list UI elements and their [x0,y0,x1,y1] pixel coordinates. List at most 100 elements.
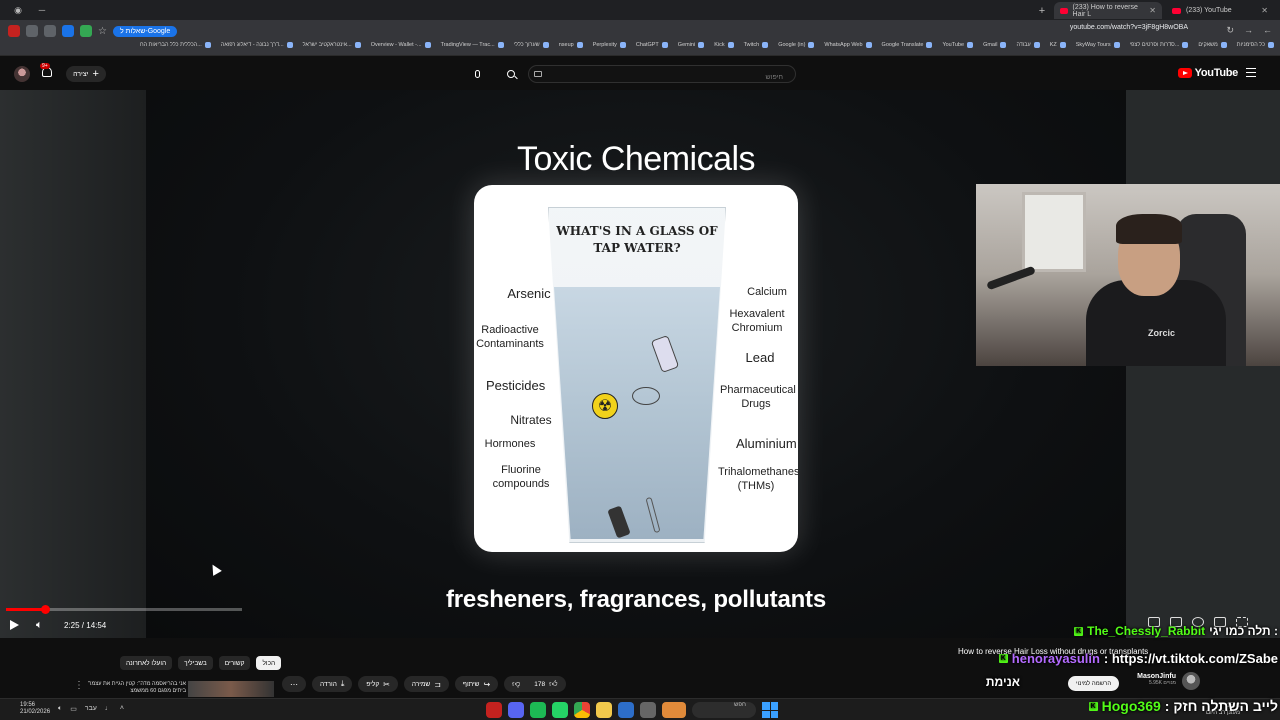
bookmark-item[interactable]: TradingView — Trac... [441,42,504,48]
close-tab-icon[interactable]: ✕ [1149,6,1156,15]
network-icon[interactable]: ▭ [70,705,77,713]
google-lens-chip[interactable]: שאלות ל-Google [112,25,178,37]
keyboard-icon[interactable] [534,71,542,77]
like-icon[interactable]: 👍︎ [549,679,557,689]
channel-subscribers: 5.95K מנויים [1148,680,1176,686]
bookmark-item[interactable]: Kick [714,42,734,48]
save-button[interactable]: שמירה ⊐ [403,676,449,692]
store-icon[interactable] [618,702,634,718]
bookmark-item[interactable]: WhatsApp Web [824,42,872,48]
video-player[interactable]: Toxic Chemicals WHAT'S IN A GLASS OF TAP… [0,90,1280,638]
start-menu-icon[interactable] [762,702,778,718]
app-icon[interactable] [486,702,502,718]
chat-message: K Hogo369 : לייב השתלה חזק [1088,698,1278,714]
file-explorer-icon[interactable] [596,702,612,718]
bookmark-item[interactable]: ChatGPT [636,42,668,48]
clock[interactable]: 19:56 21/02/2026 [20,702,50,716]
menu-icon[interactable] [1246,68,1256,77]
search-button[interactable] [502,65,520,83]
chip-related[interactable]: קשורים [218,656,251,670]
download-button[interactable]: הורדה ⤓ [312,676,353,692]
reload-icon[interactable]: ↻ [1226,25,1234,36]
chip-for-you[interactable]: בשביליך [178,656,213,670]
bookmark-item[interactable]: Gmail [983,42,1007,48]
tray-overflow-icon[interactable]: ˄ [120,705,124,713]
extension-icon[interactable] [62,25,74,37]
channel-avatar[interactable] [1182,672,1200,690]
mic-icon [474,70,480,78]
profile-icon[interactable]: ◉ [6,0,30,20]
search-input[interactable] [529,69,795,86]
clip-button[interactable]: קליפ ✂ [358,676,398,692]
bookmark-item[interactable]: Google (in) [778,42,815,48]
bookmark-star-icon[interactable]: ☆ [98,26,107,37]
bookmark-item[interactable]: Overview - Wallet -... [371,42,431,48]
whatsapp-icon[interactable] [552,702,568,718]
more-options-icon[interactable]: ⋮ [74,680,84,691]
recommended-video[interactable]: ⋮ "אני בהריאסמה מדה": קטין הגיית את עצמו… [70,678,274,698]
spotify-icon[interactable] [530,702,546,718]
back-icon[interactable]: ← [1263,25,1272,36]
extension-icon[interactable] [26,25,38,37]
chip-all[interactable]: הכול [256,656,282,670]
recommended-thumbnail[interactable] [188,681,274,697]
dislike-icon[interactable]: 👎︎ [512,679,520,689]
bookmark-item[interactable]: SkyWay Tours [1076,42,1120,48]
bookmark-item[interactable]: Google Translate [882,42,933,48]
bookmark-item[interactable]: משאקים [1198,42,1227,48]
bookmark-item[interactable]: סדרות וסרטים לצפי... [1130,42,1189,48]
youtube-logo[interactable]: YouTube [1177,67,1238,79]
tab-video[interactable]: (233) How to reverse Hair L ✕ [1054,2,1162,19]
forward-icon[interactable]: → [1244,25,1253,36]
create-button[interactable]: יצירה + [66,66,106,82]
youtube-header: YouTube יצירה + 9+ [0,56,1280,90]
minimize-icon[interactable]: ─ [30,0,54,20]
bookmark-item[interactable]: Gemini [678,42,705,48]
language-indicator[interactable]: עבר [85,705,97,713]
new-tab-button[interactable]: + [1034,2,1050,19]
extension-icon[interactable] [80,25,92,37]
tab-youtube[interactable]: (233) YouTube ✕ [1166,2,1274,19]
bookmark-item[interactable]: דרך נבונה - דיאלוג רפואה... [221,42,293,48]
bookmark-item[interactable]: Twitch [744,42,769,48]
bookmark-item[interactable]: שערוך כללי [514,42,549,48]
notifications-button[interactable]: 9+ [40,63,54,79]
task-view-icon[interactable] [640,702,656,718]
mic-tray-icon[interactable]: ♩ [105,705,112,713]
voice-search-button[interactable] [468,65,486,83]
bookmark-favicon-icon [926,42,933,48]
taskbar-search[interactable]: חפש [692,702,756,718]
bookmark-item[interactable]: Perplexity [593,42,626,48]
chip-recent[interactable]: הועלו לאחרונה [120,656,173,670]
bookmark-item[interactable]: YouTube [942,42,974,48]
bookmark-item[interactable]: הכללית כלל הבריאות הח... [140,42,211,48]
bookmark-favicon-icon [727,42,734,48]
address-bar[interactable]: youtube.com/watch?v=3jF8gH8wOBA [1070,24,1188,31]
subscribe-button[interactable]: הרשמה למינוי [1068,676,1120,691]
play-icon[interactable] [10,620,19,630]
bookmark-item[interactable]: KZ [1050,42,1066,48]
extension-icon[interactable] [44,25,56,37]
chrome-icon[interactable] [574,702,590,718]
close-tab-icon[interactable]: ✕ [1261,6,1268,15]
widgets-icon[interactable] [662,702,686,718]
discord-icon[interactable] [508,702,524,718]
volume-tray-icon[interactable]: 🔈︎ [58,705,62,713]
avatar[interactable] [14,66,30,82]
more-actions-button[interactable]: ⋯ [282,676,306,692]
contaminant-label: Lead [745,350,775,365]
search-box[interactable] [528,65,796,86]
share-button[interactable]: שיתוף ↪ [454,676,499,692]
bookmark-favicon-icon [1033,42,1040,48]
bookmark-favicon-icon [1059,42,1066,48]
bookmark-item[interactable]: nseup [559,42,583,48]
bookmark-item[interactable]: עבודה [1016,42,1040,48]
bookmark-item[interactable]: אינטראקטיב ישראל... [303,42,361,48]
bookmark-item[interactable]: כל הסימניות [1237,42,1274,48]
taskbar-apps: חפש [486,702,778,718]
channel-info[interactable]: MasonJinfu 5.95K מנויים [1128,673,1176,686]
extension-icon[interactable] [8,25,20,37]
volume-icon[interactable]: 🔈︎ [36,619,48,631]
chat-message: אנימת [985,675,1020,689]
video-actions: ⋯ הורדה ⤓ קליפ ✂ שמירה ⊐ שיתוף ↪ 👎︎ 178 👍︎ [282,676,566,692]
